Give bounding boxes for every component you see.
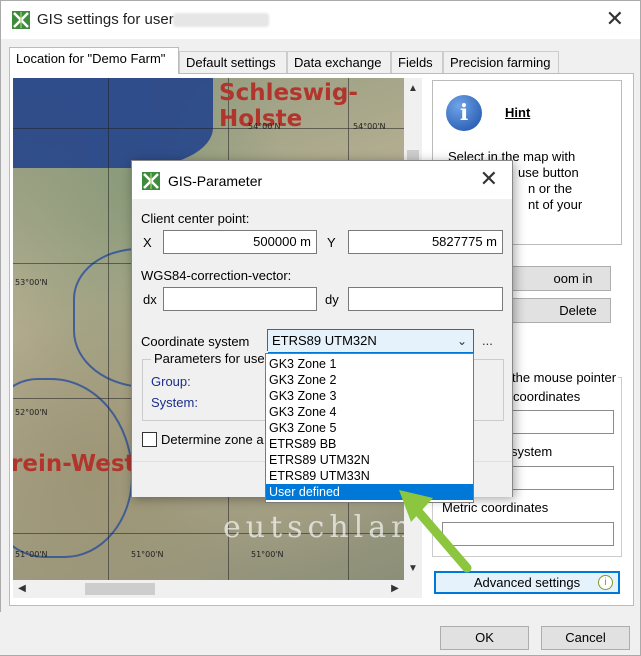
system-label: System: xyxy=(151,395,198,410)
client-center-label: Client center point: xyxy=(141,211,250,226)
more-options-button[interactable]: ... xyxy=(482,333,493,348)
tab-fields[interactable]: Fields xyxy=(391,51,443,73)
dropdown-option[interactable]: ETRS89 BB xyxy=(266,436,473,452)
chevron-down-icon: ⌄ xyxy=(456,334,467,348)
map-label-country: eutschland xyxy=(223,510,404,545)
tab-label: Default settings xyxy=(186,55,276,70)
coordinate-system-select[interactable]: ETRS89 UTM32N ⌄ xyxy=(267,329,474,353)
map-coord-label: 53°00'N xyxy=(15,278,48,287)
cancel-button[interactable]: Cancel xyxy=(541,626,630,650)
determine-zone-checkbox[interactable] xyxy=(142,432,157,447)
parameters-group-label: Parameters for use xyxy=(151,351,268,366)
scroll-right-icon[interactable]: ▶ xyxy=(386,580,404,598)
map-coord-label: 54°00'N xyxy=(248,122,281,131)
tab-label: Precision farming xyxy=(450,55,551,70)
close-icon[interactable]: ✕ xyxy=(480,167,498,192)
x-label: X xyxy=(143,235,152,250)
info-icon: i xyxy=(598,575,613,590)
map-coord-label: 52°00'N xyxy=(15,408,48,417)
map-horizontal-scrollbar[interactable]: ◀ ▶ xyxy=(13,580,422,598)
scroll-left-icon[interactable]: ◀ xyxy=(13,580,31,598)
map-label-region: rein-Westf xyxy=(13,451,146,477)
app-icon xyxy=(12,11,30,29)
scroll-thumb[interactable] xyxy=(85,583,155,595)
tab-label: Location for "Demo Farm" xyxy=(16,51,166,66)
dy-label: dy xyxy=(325,292,339,307)
dropdown-option[interactable]: GK3 Zone 5 xyxy=(266,420,473,436)
dialog-titlebar: GIS-Parameter ✕ xyxy=(132,161,512,199)
x-field[interactable]: 500000 m xyxy=(163,230,317,254)
window-title: GIS settings for user xyxy=(37,11,174,28)
dropdown-option[interactable]: ETRS89 UTM32N xyxy=(266,452,473,468)
map-grid-line xyxy=(108,78,109,580)
tab-label: Data exchange xyxy=(294,55,382,70)
wgs84-correction-label: WGS84-correction-vector: xyxy=(141,268,292,283)
hint-title: Hint xyxy=(505,105,531,120)
dropdown-option[interactable]: GK3 Zone 2 xyxy=(266,372,473,388)
window-titlebar: GIS settings for user ✕ xyxy=(1,1,640,39)
dialog-title: GIS-Parameter xyxy=(168,173,263,189)
dx-label: dx xyxy=(143,292,157,307)
dropdown-option[interactable]: GK3 Zone 3 xyxy=(266,388,473,404)
coordinate-system-label: Coordinate system xyxy=(141,334,250,349)
map-sea xyxy=(13,78,213,168)
y-field[interactable]: 5827775 m xyxy=(348,230,503,254)
dx-field[interactable] xyxy=(163,287,317,311)
dropdown-option[interactable]: GK3 Zone 1 xyxy=(266,356,473,372)
tab-precision-farming[interactable]: Precision farming xyxy=(443,51,559,73)
info-icon: i xyxy=(446,95,482,131)
app-icon xyxy=(142,172,160,190)
map-coord-label: 51°00'N xyxy=(131,550,164,559)
tab-data-exchange[interactable]: Data exchange xyxy=(287,51,391,73)
dy-field[interactable] xyxy=(348,287,503,311)
tab-default-settings[interactable]: Default settings xyxy=(179,51,287,73)
group-label: Group: xyxy=(151,374,191,389)
annotation-arrow-icon xyxy=(399,490,472,573)
geo-coordinates-label: coordinates xyxy=(513,389,581,404)
map-coord-label: 51°00'N xyxy=(251,550,284,559)
y-label: Y xyxy=(327,235,336,250)
tab-label: Fields xyxy=(398,55,433,70)
close-icon[interactable]: ✕ xyxy=(606,7,624,32)
ok-button[interactable]: OK xyxy=(440,626,529,650)
map-coord-label: 51°00'N xyxy=(15,550,48,559)
coordinate-system-value: ETRS89 UTM32N xyxy=(272,333,377,348)
redacted-username xyxy=(173,13,269,27)
advanced-settings-label: Advanced settings xyxy=(473,575,581,590)
mouse-pointer-group-label: the mouse pointer xyxy=(510,370,619,385)
scroll-up-icon[interactable]: ▲ xyxy=(404,80,422,98)
dropdown-option[interactable]: GK3 Zone 4 xyxy=(266,404,473,420)
tab-location[interactable]: Location for "Demo Farm" xyxy=(9,47,179,74)
coordinate-system-label: system xyxy=(511,444,553,459)
determine-zone-label: Determine zone a xyxy=(161,432,264,447)
map-coord-label: 54°00'N xyxy=(353,122,386,131)
